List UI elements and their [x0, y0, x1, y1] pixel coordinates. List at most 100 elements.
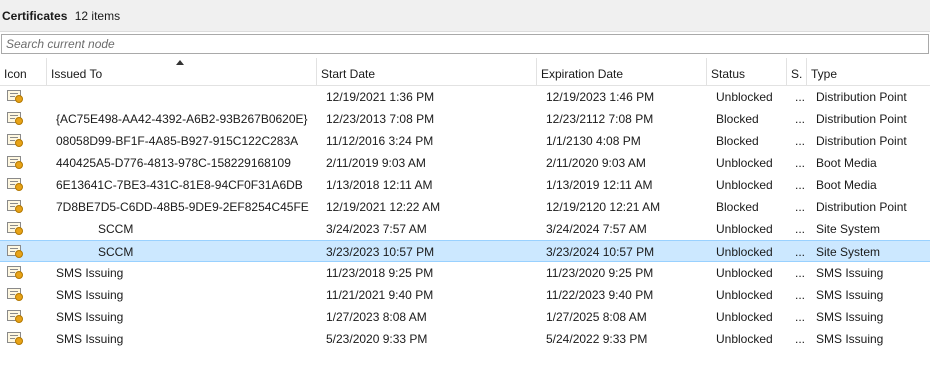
- column-header-icon[interactable]: Icon: [0, 58, 47, 85]
- start-date-cell: 11/12/2016 3:24 PM: [326, 134, 434, 148]
- issued-to-cell: SMS Issuing: [56, 266, 124, 280]
- certificate-icon: [7, 310, 23, 323]
- s-cell: ...: [795, 200, 806, 214]
- s-cell: ...: [795, 245, 806, 259]
- issued-to-cell: SMS Issuing: [56, 332, 124, 346]
- certificate-row[interactable]: 7D8BE7D5-C6DD-48B5-9DE9-2EF8254C45FE 12/1…: [0, 196, 930, 218]
- expiration-date-cell: 1/27/2025 8:08 AM: [546, 310, 647, 324]
- start-date-cell: 3/23/2023 10:57 PM: [326, 245, 435, 259]
- expiration-date-cell: 3/24/2024 7:57 AM: [546, 222, 647, 236]
- expiration-date-cell: 1/1/2130 4:08 PM: [546, 134, 641, 148]
- type-cell: Site System: [816, 222, 881, 236]
- status-cell: Unblocked: [716, 178, 773, 192]
- s-cell: ...: [795, 156, 806, 170]
- start-date-cell: 11/21/2021 9:40 PM: [326, 288, 434, 302]
- issued-to-cell: SCCM: [98, 222, 134, 236]
- s-cell: ...: [795, 310, 806, 324]
- certificate-row[interactable]: {AC75E498-AA42-4392-A6B2-93B267B0620E} 12…: [0, 108, 930, 130]
- expiration-date-cell: 1/13/2019 12:11 AM: [546, 178, 653, 192]
- column-header-issued-to[interactable]: Issued To: [47, 58, 317, 85]
- type-cell: SMS Issuing: [816, 266, 884, 280]
- issued-to-cell: 08058D99-BF1F-4A85-B927-915C122C283A: [56, 134, 299, 148]
- s-cell: ...: [795, 112, 806, 126]
- start-date-cell: 12/19/2021 12:22 AM: [326, 200, 441, 214]
- status-cell: Unblocked: [716, 332, 773, 346]
- search-input[interactable]: [2, 35, 928, 53]
- certificate-icon: [7, 288, 23, 301]
- status-cell: Blocked: [716, 134, 759, 148]
- column-header-type[interactable]: Type: [807, 58, 930, 85]
- s-cell: ...: [795, 178, 806, 192]
- certificate-icon: [7, 134, 23, 147]
- certificate-row[interactable]: SMS Issuing 11/21/2021 9:40 PM 11/22/2023 …: [0, 284, 930, 306]
- issued-to-cell: 440425A5-D776-4813-978C-158229168109: [56, 156, 291, 170]
- type-cell: Distribution Point: [816, 134, 907, 148]
- expiration-date-cell: 2/11/2020 9:03 AM: [546, 156, 646, 170]
- column-header-start-date[interactable]: Start Date: [317, 58, 537, 85]
- certificate-icon: [7, 332, 23, 345]
- column-header-s[interactable]: S.: [787, 58, 807, 85]
- header-bar: Certificates 12 items: [0, 0, 930, 32]
- start-date-cell: 12/19/2021 1:36 PM: [326, 90, 435, 104]
- certificate-row[interactable]: SCCM 3/24/2023 7:57 AM 3/24/2024 7:57 AM Un…: [0, 218, 930, 240]
- type-cell: Distribution Point: [816, 200, 907, 214]
- start-date-cell: 2/11/2019 9:03 AM: [326, 156, 426, 170]
- type-cell: Distribution Point: [816, 112, 907, 126]
- expiration-date-cell: 5/24/2022 9:33 PM: [546, 332, 648, 346]
- status-cell: Unblocked: [716, 288, 773, 302]
- s-cell: ...: [795, 90, 806, 104]
- certificate-row[interactable]: 08058D99-BF1F-4A85-B927-915C122C283A 11/1…: [0, 130, 930, 152]
- status-cell: Blocked: [716, 112, 759, 126]
- status-cell: Unblocked: [716, 156, 773, 170]
- start-date-cell: 11/23/2018 9:25 PM: [326, 266, 434, 280]
- s-cell: ...: [795, 222, 806, 236]
- certificate-icon: [7, 245, 23, 258]
- start-date-cell: 5/23/2020 9:33 PM: [326, 332, 428, 346]
- certificate-row[interactable]: 440425A5-D776-4813-978C-158229168109 2/11…: [0, 152, 930, 174]
- start-date-cell: 12/23/2013 7:08 PM: [326, 112, 435, 126]
- certificate-row[interactable]: SMS Issuing 1/27/2023 8:08 AM 1/27/2025 8:…: [0, 306, 930, 328]
- certificate-icon: [7, 90, 23, 103]
- certificate-row[interactable]: SCCM 3/23/2023 10:57 PM 3/23/2024 10:57 PM…: [0, 240, 930, 262]
- type-cell: SMS Issuing: [816, 310, 884, 324]
- expiration-date-cell: 11/23/2020 9:25 PM: [546, 266, 654, 280]
- type-cell: Distribution Point: [816, 90, 907, 104]
- expiration-date-cell: 3/23/2024 10:57 PM: [546, 245, 655, 259]
- issued-to-cell: 7D8BE7D5-C6DD-48B5-9DE9-2EF8254C45FE: [56, 200, 309, 214]
- issued-to-cell: SMS Issuing: [56, 288, 124, 302]
- node-title: Certificates 12 items: [2, 9, 120, 23]
- type-cell: SMS Issuing: [816, 332, 884, 346]
- certificate-icon: [7, 266, 23, 279]
- status-cell: Blocked: [716, 200, 759, 214]
- s-cell: ...: [795, 332, 806, 346]
- start-date-cell: 1/13/2018 12:11 AM: [326, 178, 433, 192]
- column-header-status[interactable]: Status: [707, 58, 787, 85]
- type-cell: Boot Media: [816, 156, 877, 170]
- certificate-row[interactable]: SMS Issuing 5/23/2020 9:33 PM 5/24/2022 9:…: [0, 328, 930, 350]
- issued-to-cell: SCCM: [98, 245, 134, 259]
- type-cell: Site System: [816, 245, 881, 259]
- column-header-expiration-date[interactable]: Expiration Date: [537, 58, 707, 85]
- status-cell: Unblocked: [716, 266, 773, 280]
- certificate-icon: [7, 112, 23, 125]
- certificate-icon: [7, 156, 23, 169]
- certificate-row[interactable]: SMS Issuing 11/23/2018 9:25 PM 11/23/2020 …: [0, 262, 930, 284]
- status-cell: Unblocked: [716, 245, 773, 259]
- start-date-cell: 1/27/2023 8:08 AM: [326, 310, 427, 324]
- certificate-icon: [7, 222, 23, 235]
- certificate-row[interactable]: 12/19/2021 1:36 PM 12/19/2023 1:46 PM Unbl…: [0, 86, 930, 108]
- s-cell: ...: [795, 266, 806, 280]
- status-cell: Unblocked: [716, 310, 773, 324]
- type-cell: Boot Media: [816, 178, 877, 192]
- type-cell: SMS Issuing: [816, 288, 884, 302]
- certificate-row[interactable]: 6E13641C-7BE3-431C-81E8-94CF0F31A6DB 1/13…: [0, 174, 930, 196]
- status-cell: Unblocked: [716, 90, 773, 104]
- s-cell: ...: [795, 134, 806, 148]
- search-box[interactable]: [1, 34, 929, 54]
- certificate-icon: [7, 178, 23, 191]
- expiration-date-cell: 12/19/2120 12:21 AM: [546, 200, 661, 214]
- status-cell: Unblocked: [716, 222, 773, 236]
- column-header-row: Icon Issued To Start Date Expiration Dat…: [0, 58, 930, 86]
- certificate-list: 12/19/2021 1:36 PM 12/19/2023 1:46 PM Unbl…: [0, 86, 930, 350]
- expiration-date-cell: 12/23/2112 7:08 PM: [546, 112, 654, 126]
